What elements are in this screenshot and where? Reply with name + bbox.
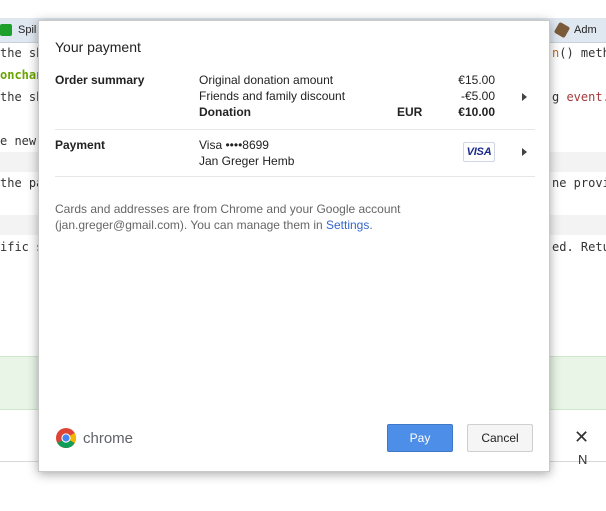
bg-text-line: the sh — [0, 46, 44, 60]
bg-method-fragment: n() metho — [552, 46, 606, 60]
browser-tab-spil[interactable]: Spil — [0, 18, 36, 42]
card-number: Visa ••••8699 — [199, 138, 269, 152]
chevron-right-icon[interactable] — [522, 93, 527, 101]
tab-label: Adm — [574, 24, 597, 36]
pay-button[interactable]: Pay — [387, 424, 453, 452]
bg-return-fragment: ed. Retur — [552, 240, 606, 254]
cancel-button[interactable]: Cancel — [467, 424, 533, 452]
chrome-logo-icon — [56, 428, 76, 448]
bg-provide-fragment: ne provide — [552, 176, 606, 190]
bg-text-line: the sh — [0, 90, 44, 104]
chrome-branding: chrome — [55, 427, 133, 449]
account-footnote: Cards and addresses are from Chrome and … — [55, 202, 401, 232]
summary-total-line: Donation EUR €10.00 — [199, 105, 495, 119]
order-summary-row[interactable]: Order summary Original donation amount €… — [55, 73, 535, 130]
payment-row[interactable]: Payment Visa ••••8699 Jan Greger Hemb VI… — [55, 138, 535, 177]
visa-card-icon: VISA — [463, 142, 495, 162]
bg-close-button[interactable]: ✕ N — [574, 427, 606, 469]
chevron-right-icon[interactable] — [522, 148, 527, 156]
bird-icon — [553, 21, 571, 39]
settings-link[interactable]: Settings — [326, 218, 369, 232]
payment-dialog: Your payment Order summary Original dona… — [38, 20, 550, 472]
bg-text-line: onchan — [0, 68, 44, 82]
bg-text-line: e new — [0, 134, 37, 148]
bg-event-fragment: g event.u — [552, 90, 606, 104]
card-holder: Jan Greger Hemb — [199, 154, 295, 168]
browser-tab-adm[interactable]: Adm — [553, 18, 597, 42]
bg-text-line: the pa — [0, 176, 44, 190]
summary-line: Original donation amount €15.00 — [199, 73, 495, 87]
tab-label: Spil — [18, 24, 37, 36]
tab-favicon-icon — [0, 24, 12, 36]
summary-line: Friends and family discount -€5.00 — [199, 89, 495, 103]
dialog-title: Your payment — [55, 39, 141, 55]
order-summary-label: Order summary — [55, 73, 145, 87]
payment-label: Payment — [55, 138, 106, 152]
chrome-wordmark: chrome — [83, 429, 134, 447]
close-icon: ✕ — [574, 427, 590, 447]
